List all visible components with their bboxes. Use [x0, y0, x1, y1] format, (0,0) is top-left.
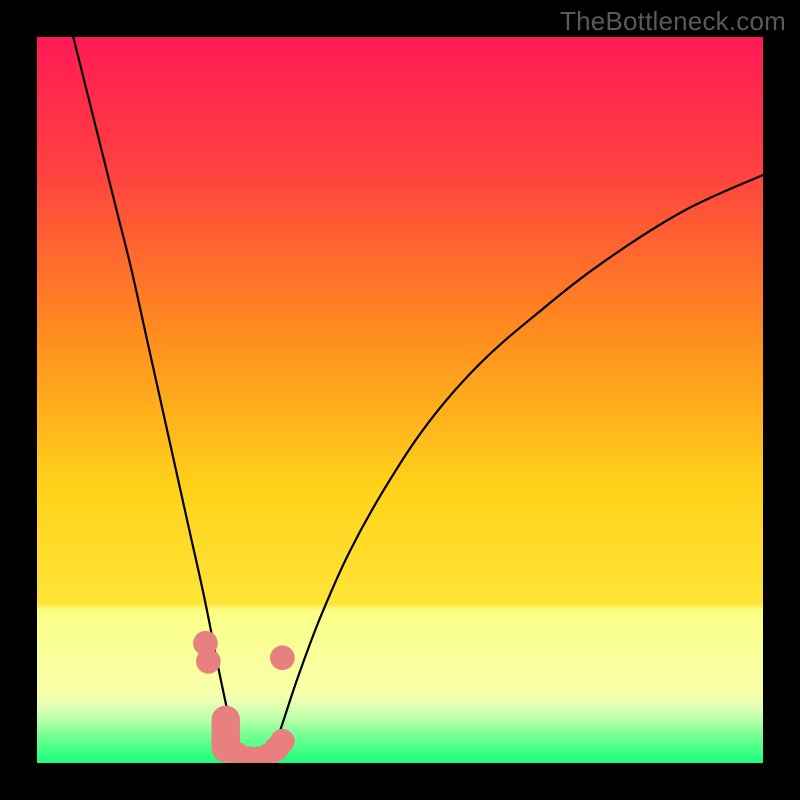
- gradient-background: [37, 37, 763, 763]
- data-marker: [196, 649, 221, 674]
- watermark-text: TheBottleneck.com: [560, 6, 786, 37]
- data-marker: [270, 645, 295, 670]
- plot-area: [37, 37, 763, 763]
- chart-frame: TheBottleneck.com: [0, 0, 800, 800]
- data-marker: [270, 729, 295, 754]
- plot-svg: [37, 37, 763, 763]
